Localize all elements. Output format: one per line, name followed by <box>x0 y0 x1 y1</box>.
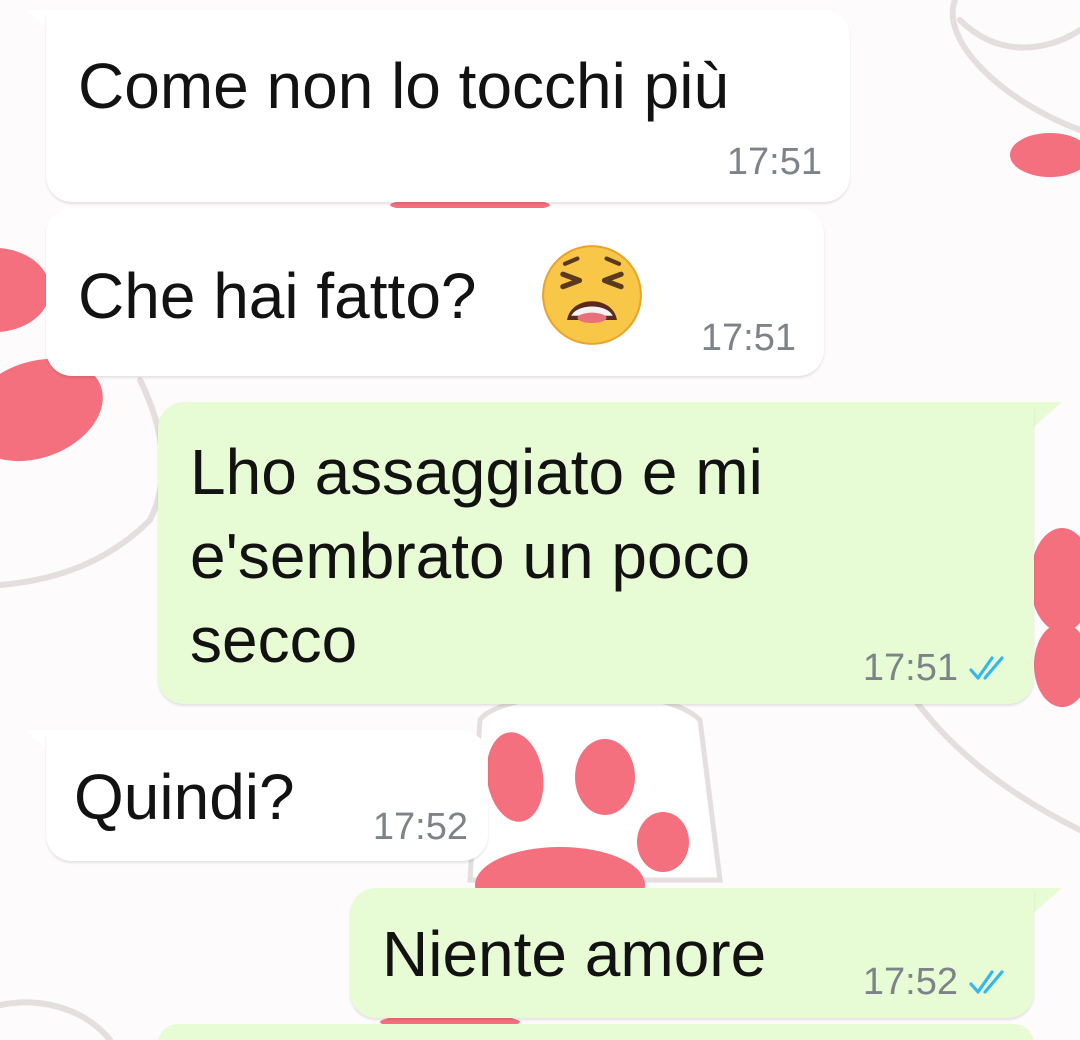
incoming-message[interactable]: Come non lo tocchi più 17:51 <box>46 10 850 202</box>
message-time: 17:52 <box>372 806 468 848</box>
message-text-line: e'sembrato un poco <box>190 520 751 592</box>
read-receipt-icon <box>968 968 1008 996</box>
tired-face-icon <box>542 245 642 345</box>
message-text: Quindi? <box>74 761 295 833</box>
message-meta: 17:51 <box>863 646 1008 690</box>
message-text: Niente amore <box>382 918 767 990</box>
incoming-message[interactable]: Che hai fatto? 17:51 <box>46 208 824 376</box>
message-time: 17:51 <box>726 141 822 183</box>
incoming-message[interactable]: Quindi? 17:52 <box>46 731 488 861</box>
message-text: Come non lo tocchi più <box>78 50 730 122</box>
message-text: Che hai fatto? <box>78 260 477 332</box>
message-meta: 17:51 <box>727 140 822 184</box>
message-time: 17:51 <box>700 317 796 359</box>
message-meta: 17:51 <box>701 316 796 360</box>
message-meta: 17:52 <box>373 805 468 849</box>
outgoing-message-partial[interactable] <box>158 1024 1034 1040</box>
message-meta: 17:52 <box>863 960 1008 1004</box>
outgoing-message[interactable]: Lho assaggiato e mi e'sembrato un poco s… <box>158 402 1034 704</box>
message-time: 17:51 <box>862 647 958 689</box>
message-text-line: Lho assaggiato e mi <box>190 436 763 508</box>
read-receipt-icon <box>968 654 1008 682</box>
message-time: 17:52 <box>862 961 958 1003</box>
message-text-line: secco <box>190 604 358 676</box>
outgoing-message[interactable]: Niente amore 17:52 <box>350 888 1034 1018</box>
